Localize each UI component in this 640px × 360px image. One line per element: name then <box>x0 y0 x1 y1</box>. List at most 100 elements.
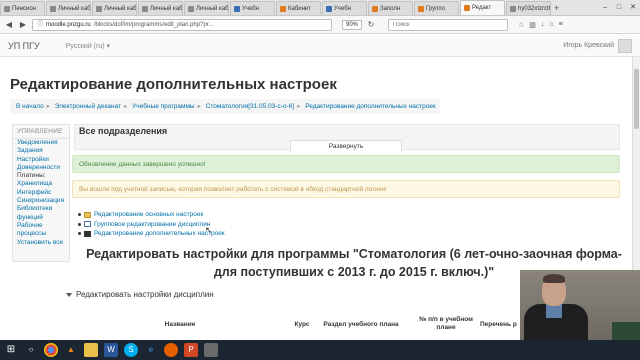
bullet-icon <box>78 222 81 226</box>
sidebar-item[interactable]: Задания <box>13 147 69 155</box>
browser-tab-bar: Пенсион Личный каб Личный каб Личный каб… <box>0 0 640 16</box>
chrome-icon[interactable] <box>44 343 58 357</box>
list-item[interactable]: Редактирование дополнительных настроек <box>78 229 225 239</box>
table-header-list[interactable]: Перечень р <box>480 321 520 329</box>
settings-link-list: Редактирование основных настроек Группов… <box>78 210 225 239</box>
search-icon[interactable]: ○ <box>24 343 38 357</box>
tab-favicon-icon <box>50 5 56 12</box>
download-icon[interactable]: ↓ <box>541 21 545 29</box>
user-menu[interactable]: Игорь Кревский <box>563 38 632 53</box>
breadcrumb-separator: ▸ <box>46 103 50 110</box>
browser-tab[interactable]: Личный каб <box>184 1 229 15</box>
info-icon: ⓘ <box>37 21 44 28</box>
browser-tab[interactable]: Заполн <box>368 1 413 15</box>
sidebar-item[interactable]: процессы <box>13 230 69 238</box>
breadcrumb-separator: ▸ <box>197 103 201 110</box>
language-selector[interactable]: Русский (ru) ▾ <box>66 42 110 50</box>
browser-tab[interactable]: hy032xtzrcth <box>506 1 551 15</box>
sidebar-item[interactable]: Уведомления <box>13 139 69 147</box>
scrollbar-thumb[interactable] <box>634 69 639 129</box>
browser-tab[interactable]: Пенсион <box>0 1 45 15</box>
breadcrumb-separator: ▸ <box>297 103 301 110</box>
link-group-edit[interactable]: Групповое редактирование дисциплин <box>94 220 210 230</box>
close-icon[interactable]: ✕ <box>626 1 640 15</box>
tab-favicon-icon <box>510 5 516 12</box>
sidebar-item[interactable]: Интерфейс <box>13 189 69 197</box>
library-icon[interactable]: ▥ <box>529 21 536 29</box>
breadcrumb-item[interactable]: В начало <box>16 103 44 110</box>
menu-icon[interactable]: ≡ <box>559 21 563 29</box>
browser-search-input[interactable] <box>388 18 509 31</box>
forward-arrow-icon[interactable]: ▶ <box>18 20 28 29</box>
tab-favicon-icon <box>4 5 10 12</box>
table-icon <box>84 221 91 228</box>
tab-favicon-icon <box>142 5 148 12</box>
breadcrumb-item[interactable]: Учебные программы <box>132 103 194 110</box>
region-title: Все подразделения <box>79 126 168 136</box>
app-icon[interactable] <box>204 343 218 357</box>
vlc-icon[interactable]: ▲ <box>64 343 78 357</box>
sidebar-item[interactable]: Хранилища <box>13 180 69 188</box>
webcam-overlay <box>520 270 640 340</box>
os-taskbar: ⊞ ○ ▲ W S e P <box>0 340 640 360</box>
tab-favicon-icon <box>418 5 424 12</box>
table-header-section[interactable]: Раздел учебного плана <box>318 321 404 329</box>
maximize-icon[interactable]: □ <box>612 1 626 15</box>
sidebar-item[interactable]: Рабочие <box>13 222 69 230</box>
tab-favicon-icon <box>188 5 194 12</box>
collapse-triangle-icon <box>66 292 72 297</box>
sidebar-item[interactable]: Библиотеки <box>13 205 69 213</box>
sidebar-item[interactable]: Настройки <box>13 156 69 164</box>
settings-icon <box>84 230 91 237</box>
browser-tab[interactable]: Личный каб <box>138 1 183 15</box>
browser-tab[interactable]: Учебн <box>230 1 275 15</box>
browser-tab[interactable]: Группо <box>414 1 459 15</box>
browser-tab[interactable]: Учебн <box>322 1 367 15</box>
sidebar-item[interactable]: Установить все <box>13 239 69 247</box>
windows-start-icon[interactable]: ⊞ <box>4 343 18 357</box>
browser-nav-bar: ◀ ▶ ⓘ moodle.pnzgu.ru/blocks/dof/im/prog… <box>0 16 640 34</box>
table-header-name[interactable]: Название <box>160 321 200 329</box>
breadcrumb-separator: ▸ <box>124 103 128 110</box>
word-icon[interactable]: W <box>104 343 118 357</box>
file-explorer-icon[interactable] <box>84 343 98 357</box>
sidebar-item[interactable]: Доверенности <box>13 164 69 172</box>
edge-icon[interactable]: e <box>144 343 158 357</box>
list-item[interactable]: Групповое редактирование дисциплин <box>78 220 225 230</box>
list-item[interactable]: Редактирование основных настроек <box>78 210 225 220</box>
home-icon[interactable]: ⌂ <box>549 21 553 29</box>
browser-tab[interactable]: Кабинет <box>276 1 321 15</box>
breadcrumb-item[interactable]: Электронный деканат <box>55 103 121 110</box>
new-tab-icon[interactable]: + <box>552 1 559 15</box>
address-bar[interactable]: ⓘ moodle.pnzgu.ru/blocks/dof/im/programm… <box>32 18 332 31</box>
back-arrow-icon[interactable]: ◀ <box>4 20 14 29</box>
reload-icon[interactable]: ↻ <box>366 20 376 29</box>
sidebar-item[interactable]: функций <box>13 214 69 222</box>
table-header-course[interactable]: Курс <box>288 321 316 329</box>
zoom-indicator[interactable]: 90% <box>342 19 363 30</box>
firefox-icon[interactable] <box>164 343 178 357</box>
sidebar-heading: УПРАВЛЕНИЕ <box>13 125 69 139</box>
breadcrumb-item[interactable]: Редактирование дополнительных настроек <box>305 103 436 110</box>
discipline-settings-toggle[interactable]: Редактировать настройки дисциплин <box>66 290 214 299</box>
sidebar-item: Платины: <box>17 172 46 180</box>
powerpoint-icon[interactable]: P <box>184 343 198 357</box>
star-icon[interactable]: ☆ <box>518 21 524 29</box>
success-alert: Обновление данных завершено успешно! <box>72 155 620 173</box>
skype-icon[interactable]: S <box>124 343 138 357</box>
tab-favicon-icon <box>234 5 240 12</box>
browser-tab[interactable]: Личный каб <box>92 1 137 15</box>
table-header-number[interactable]: № п/п в учебном плане <box>418 316 474 332</box>
browser-tab[interactable]: Личный каб <box>46 1 91 15</box>
user-name: Игорь Кревский <box>563 42 614 49</box>
sidebar-management-block: УПРАВЛЕНИЕ Уведомления Задания Настройки… <box>12 124 70 262</box>
minimize-icon[interactable]: – <box>598 1 612 15</box>
tab-favicon-icon <box>96 5 102 12</box>
tab-favicon-icon <box>280 5 286 12</box>
expand-button[interactable]: Развернуть <box>290 140 402 152</box>
avatar <box>618 38 632 53</box>
link-basic-settings[interactable]: Редактирование основных настроек <box>94 210 203 220</box>
breadcrumb-item[interactable]: Стоматология[31.05.03-с-о-6] <box>206 103 294 110</box>
site-brand[interactable]: УП ПГУ <box>8 41 40 51</box>
browser-tab-active[interactable]: Редакт <box>460 0 505 15</box>
